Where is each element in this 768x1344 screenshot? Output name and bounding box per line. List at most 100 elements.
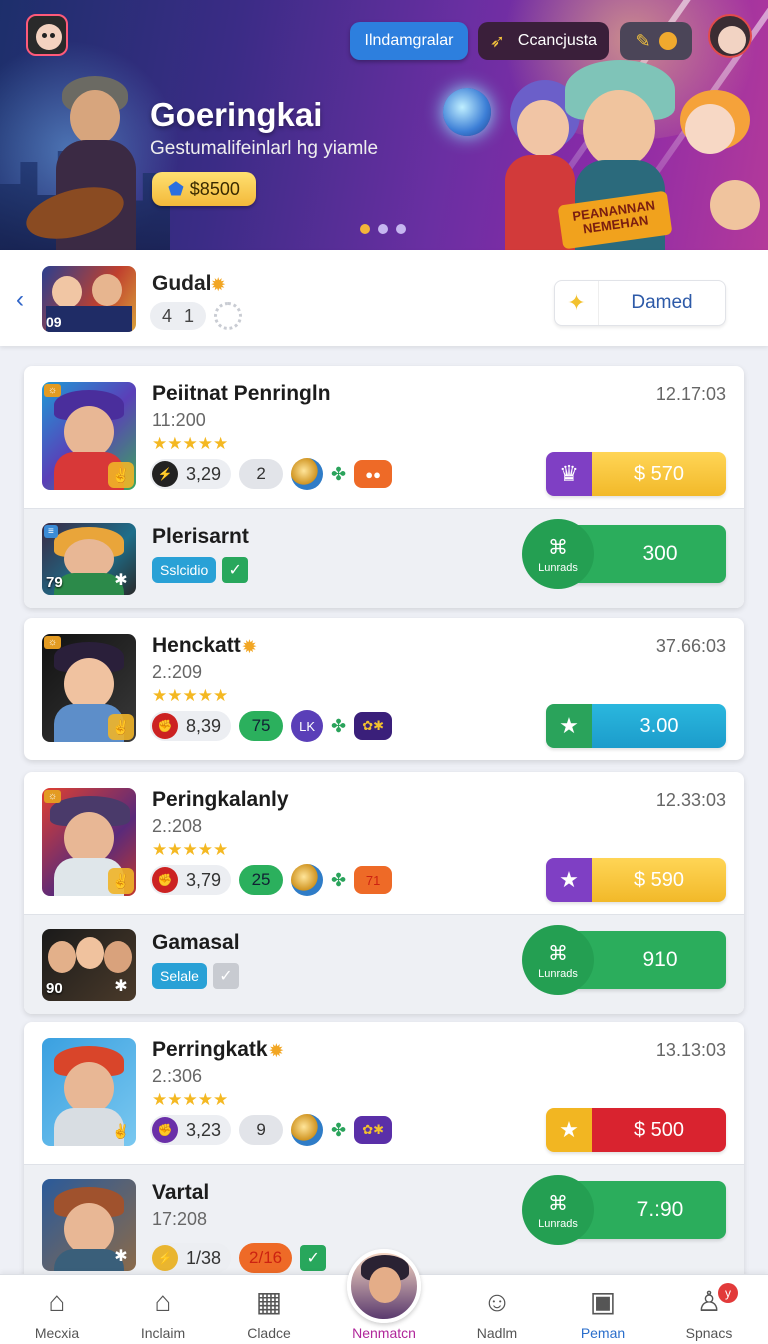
- check-icon[interactable]: ✓: [212, 963, 239, 989]
- profile-name-text: Gudal: [152, 272, 212, 295]
- edit-button[interactable]: ✎: [620, 22, 692, 60]
- carousel-dot[interactable]: [378, 224, 388, 234]
- fist-icon: ✊: [152, 1117, 178, 1143]
- stat-pill: ✊ 3,23: [150, 1115, 232, 1145]
- primary-button[interactable]: Ilndamgralar: [350, 22, 468, 60]
- stat-a: 4: [162, 305, 173, 326]
- status-badge: Selale: [152, 963, 207, 989]
- stat-pill: ✊ 8,39: [150, 711, 232, 741]
- nav-item-store[interactable]: ▣ Peman: [558, 1285, 648, 1341]
- list-item[interactable]: ☼ ✌ Peringkalanly 2.:208 ★★★★★ ✊ 3,79 25 …: [24, 772, 744, 914]
- price-button[interactable]: ★ $ 590: [546, 858, 726, 902]
- profile-avatar[interactable]: [708, 14, 752, 58]
- center-avatar-button[interactable]: [347, 1249, 421, 1323]
- number-chip: 71: [354, 866, 393, 894]
- profile-stat-pill: 4 1: [150, 302, 207, 330]
- stat-pill: ⚡ 1/38: [150, 1243, 232, 1273]
- secondary-button-label: Ccancjusta: [517, 32, 598, 49]
- claim-button[interactable]: ⌘ Lunrads 300: [522, 519, 726, 589]
- profile-thumbnail[interactable]: 09: [42, 266, 136, 332]
- stat-value: 3,23: [186, 1119, 222, 1140]
- carousel-dots[interactable]: [360, 224, 406, 234]
- profile-stats: 4 1: [150, 302, 243, 330]
- hero-subtitle: Gestumalifeinlarl hg yiamle: [150, 138, 379, 159]
- tag-badge: ☼: [44, 636, 62, 649]
- clover-icon: ✤: [331, 715, 347, 736]
- claim-button[interactable]: ⌘ Lunrads 910: [522, 925, 726, 995]
- damed-button[interactable]: ✦ Damed: [554, 280, 726, 326]
- item-title: Plerisarnt: [152, 525, 249, 548]
- nav-label: Cladce: [247, 1325, 291, 1341]
- lightning-icon: ➶: [489, 31, 506, 51]
- profile-header: ‹ 09 Gudal✹ 4 1 ✦ Damed: [0, 250, 768, 346]
- fist-icon: ✊: [152, 867, 178, 893]
- list-card: ✌ Perringkatk ✹ 2.:306 ★★★★★ ✊ 3,23 9 ✤ ✿✱…: [24, 1022, 744, 1282]
- stat-badge: 2: [239, 459, 284, 489]
- rating-stars: ★★★★★: [152, 840, 229, 859]
- store-icon: ▣: [589, 1286, 617, 1317]
- list-item[interactable]: 90 ✱ Gamasal Selale ✓ ⌘ Lunrads 910: [24, 914, 744, 1014]
- price-button[interactable]: ★ 3.00: [546, 704, 726, 748]
- logo-chip: LK: [291, 710, 324, 742]
- check-icon[interactable]: ✓: [300, 1245, 327, 1271]
- item-title: Henckatt ✹: [152, 634, 256, 658]
- nav-item-house[interactable]: ⌂ Inclaim: [118, 1285, 208, 1341]
- item-stats: ✊ 3,79 25 ✤ 71: [150, 864, 393, 896]
- claim-label: Lunrads: [538, 1217, 578, 1230]
- carousel-dot[interactable]: [360, 224, 370, 234]
- nav-item-home[interactable]: ⌂ Mecxia: [12, 1285, 102, 1341]
- clover-icon: ✤: [331, 1119, 347, 1140]
- sun-icon: ✹: [242, 639, 257, 656]
- item-stats: ✊ 8,39 75 LK ✤ ✿✱: [150, 710, 393, 742]
- bottom-navigation: ⌂ Mecxia ⌂ Inclaim ▦ Cladce ● Nenmatcn ☺…: [0, 1249, 768, 1344]
- claim-button[interactable]: ⌘ Lunrads 7.:90: [522, 1175, 726, 1245]
- bolt-icon: ⚡: [152, 461, 178, 487]
- item-thumbnail: ☼ ✌: [42, 634, 136, 742]
- nav-item-grid[interactable]: ▦ Cladce: [224, 1285, 314, 1341]
- list-item[interactable]: ✌ Perringkatk ✹ 2.:306 ★★★★★ ✊ 3,23 9 ✤ ✿✱…: [24, 1022, 744, 1164]
- item-thumbnail: ✱: [42, 1179, 136, 1271]
- price-value: $ 570: [592, 452, 726, 496]
- claim-value: 7.:90: [636, 1198, 684, 1221]
- nav-item-face[interactable]: ☺ Nadlm: [452, 1285, 542, 1341]
- fist-icon: ✊: [152, 713, 178, 739]
- back-chevron-icon[interactable]: ‹: [16, 286, 24, 314]
- user-avatar[interactable]: [26, 14, 68, 56]
- list-card: ☼ ✌ Peiitnat Penringln 11:200 ★★★★★ ⚡ 3,2…: [24, 366, 744, 608]
- hero-price-button[interactable]: ⬟ $8500: [152, 172, 256, 206]
- tag-badge: ☼: [44, 790, 62, 803]
- handshake-icon: ✌: [112, 1122, 130, 1139]
- list-item[interactable]: ≡ 79 ✱ Plerisarnt Sslcidio ✓ ⌘ Lunrads 30…: [24, 508, 744, 608]
- item-subtitle: 11:200: [152, 410, 206, 430]
- price-button[interactable]: ♛ $ 570: [546, 452, 726, 496]
- house-icon: ⌂: [154, 1286, 172, 1317]
- hero-banner[interactable]: PEANANNAN NEMEHAN Ilndamgralar ➶ Ccancju…: [0, 0, 768, 250]
- nav-label: Peman: [580, 1325, 626, 1341]
- ball-icon: [291, 458, 324, 490]
- star-icon: ★: [546, 704, 592, 748]
- stat-value: 8,39: [186, 715, 222, 736]
- thumb-number: 09: [46, 314, 62, 330]
- secondary-button[interactable]: ➶ Ccancjusta: [478, 22, 609, 60]
- hero-price-value: $8500: [189, 178, 240, 199]
- item-time: 37.66:03: [655, 636, 726, 656]
- pencil-icon: ✎: [635, 30, 651, 51]
- sun-icon: ✹: [269, 1043, 283, 1060]
- item-title: Gamasal: [152, 931, 240, 954]
- check-icon[interactable]: ✓: [222, 557, 249, 583]
- hero-title: Goeringkai: [150, 96, 323, 133]
- grid-icon: ▦: [255, 1286, 283, 1317]
- rating-stars: ★★★★★: [152, 686, 229, 705]
- list-item[interactable]: ☼ ✌ Henckatt ✹ 2.:209 ★★★★★ ✊ 8,39 75 LK ✤…: [24, 618, 744, 760]
- price-button[interactable]: ★ $ 500: [546, 1108, 726, 1152]
- carousel-dot[interactable]: [396, 224, 406, 234]
- item-title: Perringkatk ✹: [152, 1038, 283, 1062]
- list-item[interactable]: ☼ ✌ Peiitnat Penringln 11:200 ★★★★★ ⚡ 3,2…: [24, 366, 744, 508]
- item-badges: Sslcidio ✓: [152, 557, 249, 583]
- stat-pill: ✊ 3,79: [150, 865, 232, 895]
- stat-badge: 25: [239, 865, 284, 895]
- nav-item-profile[interactable]: ♙ y Spnacs: [664, 1283, 754, 1341]
- item-title-text: Perringkatk: [152, 1038, 268, 1061]
- status-badge: Sslcidio: [152, 557, 217, 583]
- tag-badge: ≡: [44, 525, 58, 538]
